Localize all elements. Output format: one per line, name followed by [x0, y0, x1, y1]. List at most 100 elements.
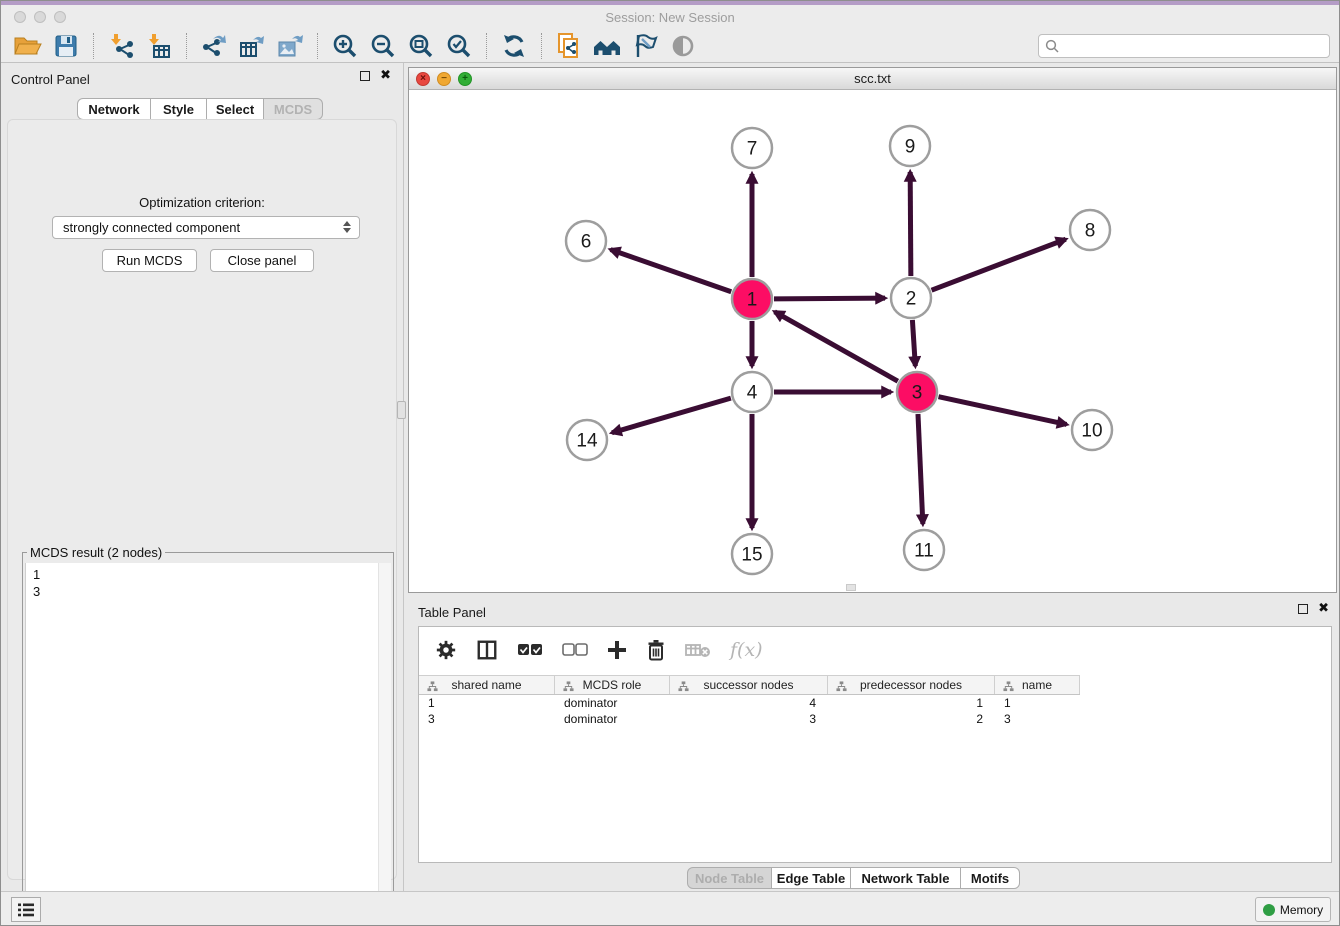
- network-window-titlebar[interactable]: × − + scc.txt: [409, 68, 1336, 90]
- show-columns-button[interactable]: [476, 639, 498, 661]
- tab-network[interactable]: Network: [77, 98, 151, 120]
- zoom-selected-button[interactable]: [440, 31, 478, 61]
- tab-select[interactable]: Select: [207, 98, 264, 120]
- table-panel: Table Panel ✖: [408, 596, 1340, 891]
- eye-icon: [670, 33, 696, 59]
- network-view-window: × − + scc.txt 7968124314101511: [408, 67, 1337, 593]
- unselect-all-button[interactable]: [562, 643, 588, 657]
- edge-2-3[interactable]: [912, 320, 915, 366]
- table-row[interactable]: 3dominator323: [419, 711, 1080, 727]
- zoom-fit-icon: [408, 33, 434, 59]
- home-icon: [592, 34, 622, 58]
- hide-graphics-button[interactable]: [626, 31, 664, 61]
- import-network-button[interactable]: [102, 31, 140, 61]
- zoom-in-button[interactable]: [326, 31, 364, 61]
- table-cell: 1: [995, 695, 1080, 711]
- table-panel-title: Table Panel: [418, 605, 486, 620]
- save-session-button[interactable]: [47, 31, 85, 61]
- network-canvas[interactable]: 7968124314101511: [409, 90, 1336, 592]
- status-bar: Memory: [1, 891, 1339, 926]
- column-header-MCDS-role[interactable]: MCDS role: [555, 676, 670, 694]
- float-panel-icon[interactable]: [360, 71, 370, 81]
- column-header-successor-nodes[interactable]: successor nodes: [670, 676, 828, 694]
- export-network-button[interactable]: [195, 31, 233, 61]
- tab-mcds[interactable]: MCDS: [264, 98, 323, 120]
- edge-3-1[interactable]: [775, 312, 898, 381]
- task-history-button[interactable]: [11, 897, 41, 922]
- export-table-button[interactable]: [233, 31, 271, 61]
- list-icon: [17, 902, 35, 918]
- table-row[interactable]: 1dominator411: [419, 695, 1080, 711]
- network-scroll-grip[interactable]: [846, 584, 856, 591]
- criterion-select[interactable]: strongly connected component: [52, 216, 360, 239]
- duplicate-network-icon: [556, 33, 582, 59]
- save-disk-icon: [54, 34, 78, 58]
- open-session-button[interactable]: [9, 31, 47, 61]
- import-table-icon: [146, 33, 172, 59]
- network-graph[interactable]: 7968124314101511: [409, 90, 1336, 593]
- graph-node-label-4: 4: [747, 383, 758, 404]
- graph-node-label-14: 14: [576, 431, 598, 452]
- table-cell: 2: [828, 711, 995, 727]
- edge-3-11[interactable]: [918, 414, 923, 524]
- table-cell: 3: [670, 711, 828, 727]
- table-cell: 3: [419, 711, 555, 727]
- zoom-out-button[interactable]: [364, 31, 402, 61]
- duplicate-network-button[interactable]: [550, 31, 588, 61]
- float-table-panel-icon[interactable]: [1298, 604, 1308, 614]
- import-network-icon: [108, 33, 134, 59]
- apply-layout-button[interactable]: [495, 31, 533, 61]
- tab-style[interactable]: Style: [151, 98, 207, 120]
- select-all-button[interactable]: [517, 643, 543, 657]
- tab-edge-table[interactable]: Edge Table: [772, 867, 851, 889]
- memory-button[interactable]: Memory: [1255, 897, 1331, 922]
- select-stepper-icon: [343, 221, 351, 233]
- edge-1-2[interactable]: [774, 298, 885, 299]
- plus-icon: [607, 640, 627, 660]
- table-cell: 1: [828, 695, 995, 711]
- run-mcds-button[interactable]: Run MCDS: [102, 249, 197, 272]
- graph-node-label-10: 10: [1081, 421, 1102, 442]
- graph-node-label-2: 2: [906, 289, 917, 310]
- splitter-handle[interactable]: [397, 401, 406, 419]
- search-box[interactable]: [1038, 34, 1330, 58]
- node-table: shared nameMCDS rolesuccessor nodesprede…: [419, 675, 1080, 727]
- zoom-selected-icon: [446, 33, 472, 59]
- close-panel-icon[interactable]: ✖: [380, 71, 391, 81]
- tab-motifs[interactable]: Motifs: [961, 867, 1020, 889]
- eye-button[interactable]: [664, 31, 702, 61]
- column-header-name[interactable]: name: [995, 676, 1080, 694]
- edge-1-6[interactable]: [611, 250, 732, 292]
- edge-2-8[interactable]: [932, 239, 1066, 290]
- tab-network-table[interactable]: Network Table: [851, 867, 961, 889]
- delete-column-button[interactable]: [646, 639, 666, 661]
- column-header-shared-name[interactable]: shared name: [419, 676, 555, 694]
- edge-4-14[interactable]: [612, 398, 731, 433]
- titlebar: Session: New Session: [1, 5, 1339, 29]
- control-panel: Control Panel ✖ NetworkStyleSelectMCDS O…: [1, 63, 404, 891]
- home-button[interactable]: [588, 31, 626, 61]
- table-header-row: shared nameMCDS rolesuccessor nodesprede…: [419, 675, 1080, 695]
- column-header-predecessor-nodes[interactable]: predecessor nodes: [828, 676, 995, 694]
- table-settings-button[interactable]: [435, 639, 457, 661]
- edge-3-10[interactable]: [938, 397, 1066, 425]
- import-table-button[interactable]: [140, 31, 178, 61]
- memory-label: Memory: [1280, 903, 1323, 917]
- graph-node-label-8: 8: [1085, 221, 1096, 242]
- table-cell: 1: [419, 695, 555, 711]
- zoom-fit-button[interactable]: [402, 31, 440, 61]
- close-table-panel-icon[interactable]: ✖: [1318, 604, 1329, 614]
- mcds-result-area[interactable]: 1 3: [25, 563, 391, 926]
- trash-icon: [646, 639, 666, 661]
- export-image-button[interactable]: [271, 31, 309, 61]
- session-title: Session: New Session: [1, 10, 1339, 25]
- columns-icon: [476, 639, 498, 661]
- close-panel-button[interactable]: Close panel: [210, 249, 314, 272]
- graph-node-label-15: 15: [741, 545, 762, 566]
- result-scrollbar[interactable]: [378, 563, 391, 926]
- search-input[interactable]: [1059, 39, 1323, 53]
- tab-node-table[interactable]: Node Table: [687, 867, 772, 889]
- edge-2-9[interactable]: [910, 172, 911, 276]
- create-column-button[interactable]: [607, 640, 627, 660]
- graph-node-label-7: 7: [747, 139, 758, 160]
